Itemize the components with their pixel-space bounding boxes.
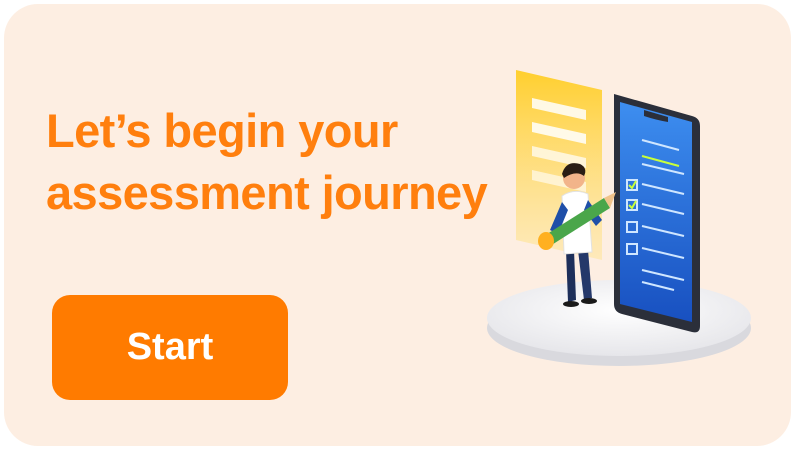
assessment-card: Let’s begin your assessment journey Star… xyxy=(4,4,791,446)
headline-line-2: assessment journey xyxy=(46,166,488,219)
smartphone xyxy=(614,94,700,333)
start-button[interactable]: Start xyxy=(52,295,288,400)
headline-line-1: Let’s begin your xyxy=(46,104,398,157)
headline: Let’s begin your assessment journey xyxy=(46,100,566,224)
